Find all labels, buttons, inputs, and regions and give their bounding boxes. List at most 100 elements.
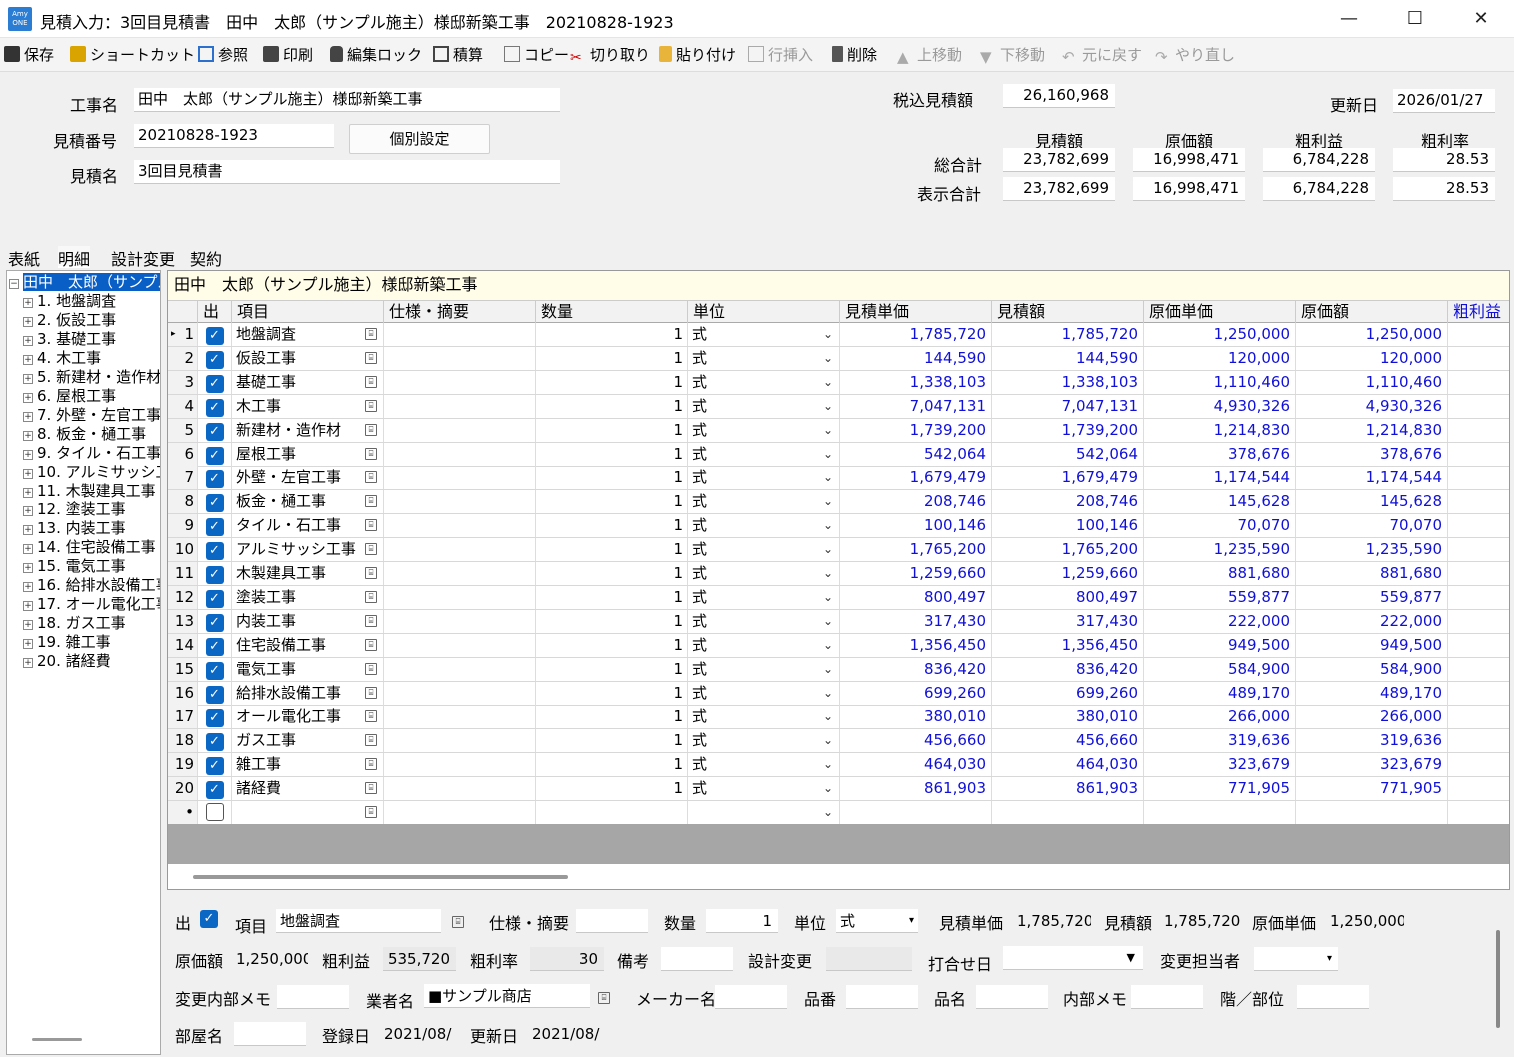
unit-price-cell[interactable]: 699,260: [840, 681, 992, 705]
cost-unit-cell[interactable]: 378,676: [1144, 442, 1296, 466]
item-cell[interactable]: 木製建具工事 ⌸: [232, 562, 384, 585]
cost-unit-cell[interactable]: 1,235,590: [1144, 538, 1296, 562]
unit-price-cell[interactable]: 1,356,450: [840, 633, 992, 657]
table-row[interactable]: 14 ✓ 住宅設備工事 ⌸ 1 式 ⌄ 1,356,450 1,356,450 949,500 94…: [168, 633, 1509, 658]
cost-unit-cell[interactable]: 145,628: [1144, 490, 1296, 514]
amount-cell[interactable]: 7,047,131: [992, 394, 1144, 418]
amount-cell[interactable]: 317,430: [992, 609, 1144, 633]
unit-cell[interactable]: 式 ⌄: [688, 585, 840, 609]
tree-item[interactable]: +6. 屋根工事: [23, 387, 116, 406]
cost-cell[interactable]: 1,174,544: [1296, 466, 1448, 490]
table-row[interactable]: 20 ✓ 諸経費 ⌸ 1 式 ⌄ 861,903 861,903 771,905 771,905: [168, 777, 1509, 802]
item-cell[interactable]: 雑工事 ⌸: [232, 753, 384, 777]
qty-cell[interactable]: 1: [536, 681, 688, 705]
col-profit-header[interactable]: 粗利益: [1448, 301, 1509, 323]
item-select-icon[interactable]: ⌸: [365, 782, 377, 795]
col-qty-header[interactable]: 数量: [536, 301, 688, 323]
out-checkbox-cell[interactable]: ✓: [198, 394, 232, 418]
spec-cell[interactable]: [384, 490, 536, 514]
qty-cell[interactable]: 1: [536, 753, 688, 777]
cost-cell[interactable]: [1296, 801, 1448, 824]
unit-price-cell[interactable]: 800,497: [840, 585, 992, 609]
item-cell[interactable]: アルミサッシ工事 ⌸: [232, 538, 384, 562]
cost-unit-cell[interactable]: 70,070: [1144, 514, 1296, 538]
unit-cell[interactable]: 式 ⌄: [688, 681, 840, 705]
spec-cell[interactable]: [384, 801, 536, 824]
detail-cost-field[interactable]: 1,250,000: [232, 947, 308, 971]
tree-item[interactable]: +12. 塗装工事: [23, 500, 126, 519]
out-checkbox[interactable]: ✓: [205, 709, 224, 728]
tree-item[interactable]: +5. 新建材・造作材: [23, 368, 160, 387]
detail-amount-field[interactable]: 1,785,720: [1160, 909, 1240, 933]
minimize-button[interactable]: —: [1316, 0, 1382, 38]
out-checkbox-cell[interactable]: ✓: [198, 490, 232, 514]
out-checkbox[interactable]: ✓: [205, 422, 224, 441]
item-select-icon[interactable]: ⌸: [365, 447, 377, 460]
reference-button[interactable]: 参照: [198, 44, 248, 66]
item-cell[interactable]: 住宅設備工事 ⌸: [232, 633, 384, 657]
unit-price-cell[interactable]: 1,679,479: [840, 466, 992, 490]
spec-cell[interactable]: [384, 538, 536, 562]
out-checkbox-cell[interactable]: ✓: [198, 681, 232, 705]
out-checkbox[interactable]: ✓: [205, 685, 224, 704]
cost-cell[interactable]: 881,680: [1296, 562, 1448, 585]
expand-icon[interactable]: +: [23, 449, 33, 460]
out-checkbox[interactable]: ✓: [205, 446, 224, 465]
expand-icon[interactable]: +: [23, 525, 33, 536]
item-cell[interactable]: オール電化工事 ⌸: [232, 705, 384, 729]
out-checkbox-cell[interactable]: ✓: [198, 418, 232, 442]
unit-price-cell[interactable]: 208,746: [840, 490, 992, 514]
detail-part-no-field[interactable]: [846, 985, 918, 1009]
col-unit-header[interactable]: 単位: [688, 301, 840, 323]
unit-cell[interactable]: 式 ⌄: [688, 538, 840, 562]
unit-cell[interactable]: 式 ⌄: [688, 323, 840, 346]
cost-cell[interactable]: 584,900: [1296, 657, 1448, 681]
project-name-field[interactable]: 田中 太郎（サンプル施主）様邸新築工事: [134, 88, 560, 112]
unit-dropdown-icon[interactable]: ⌄: [823, 777, 833, 800]
item-cell[interactable]: 地盤調査 ⌸: [232, 323, 384, 346]
move-up-button[interactable]: ▲ 上移動: [897, 44, 962, 66]
expand-icon[interactable]: +: [23, 354, 33, 365]
copy-button[interactable]: コピー: [504, 44, 569, 66]
amount-cell[interactable]: 1,785,720: [992, 323, 1144, 346]
spec-cell[interactable]: [384, 323, 536, 346]
detail-maker-field[interactable]: [715, 985, 787, 1009]
estimate-no-field[interactable]: 20210828-1923: [134, 124, 334, 148]
unit-price-cell[interactable]: 1,765,200: [840, 538, 992, 562]
detail-meeting-date-field[interactable]: ▼: [1003, 946, 1143, 970]
qty-cell[interactable]: 1: [536, 370, 688, 394]
item-cell[interactable]: 諸経費 ⌸: [232, 777, 384, 801]
expand-icon[interactable]: +: [23, 298, 33, 308]
unit-dropdown-icon[interactable]: ⌄: [823, 729, 833, 752]
table-row[interactable]: 19 ✓ 雑工事 ⌸ 1 式 ⌄ 464,030 464,030 323,679 323,679: [168, 753, 1509, 778]
table-row[interactable]: 10 ✓ アルミサッシ工事 ⌸ 1 式 ⌄ 1,765,200 1,765,200 1,235,5…: [168, 538, 1509, 563]
unit-cell[interactable]: 式 ⌄: [688, 633, 840, 657]
tab-cover[interactable]: 表紙: [8, 246, 40, 269]
unit-price-cell[interactable]: 542,064: [840, 442, 992, 466]
qty-cell[interactable]: 1: [536, 442, 688, 466]
unit-price-cell[interactable]: 861,903: [840, 777, 992, 801]
tree-item[interactable]: +7. 外壁・左官工事: [23, 406, 160, 425]
unit-cell[interactable]: 式 ⌄: [688, 514, 840, 538]
unit-price-cell[interactable]: 1,739,200: [840, 418, 992, 442]
spec-cell[interactable]: [384, 514, 536, 538]
print-button[interactable]: 印刷: [263, 44, 313, 66]
tree-item[interactable]: +3. 基礎工事: [23, 330, 116, 349]
cost-cell[interactable]: 266,000: [1296, 705, 1448, 729]
unit-cell[interactable]: 式 ⌄: [688, 442, 840, 466]
tree-item[interactable]: +9. タイル・石工事: [23, 444, 160, 463]
unit-price-cell[interactable]: 456,660: [840, 729, 992, 753]
unit-cell[interactable]: 式 ⌄: [688, 370, 840, 394]
unit-dropdown-icon[interactable]: ⌄: [823, 705, 833, 728]
expand-icon[interactable]: +: [23, 639, 33, 650]
amount-cell[interactable]: 861,903: [992, 777, 1144, 801]
spec-cell[interactable]: [384, 418, 536, 442]
detail-unit-field[interactable]: 式 ▾: [836, 909, 918, 933]
unit-cell[interactable]: 式 ⌄: [688, 418, 840, 442]
cost-unit-cell[interactable]: 559,877: [1144, 585, 1296, 609]
out-checkbox-cell[interactable]: ✓: [198, 514, 232, 538]
tab-detail[interactable]: 明細: [58, 246, 91, 269]
table-row[interactable]: • ⌸ ⌄: [168, 801, 1509, 825]
unit-price-cell[interactable]: 7,047,131: [840, 394, 992, 418]
item-select-icon[interactable]: ⌸: [452, 916, 464, 928]
